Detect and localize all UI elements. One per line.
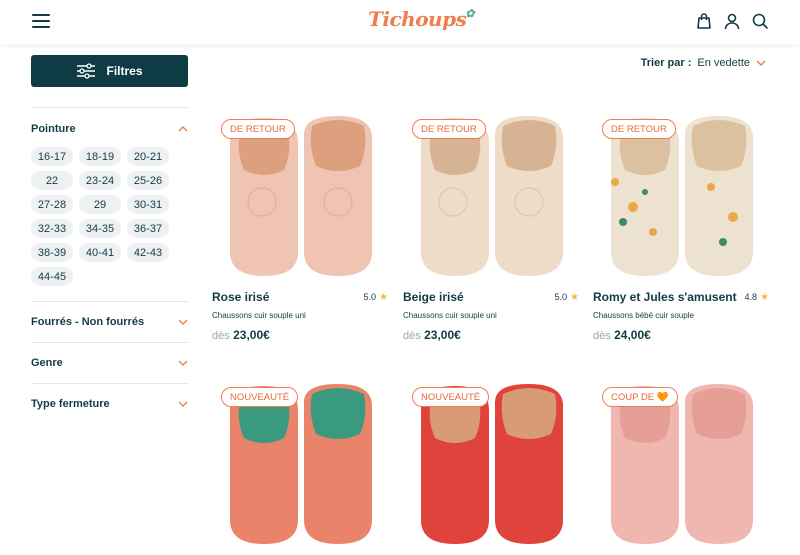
- size-option[interactable]: 40-41: [79, 243, 121, 262]
- menu-icon[interactable]: [32, 14, 50, 28]
- product-price: dès 23,00€: [403, 328, 579, 342]
- product-card[interactable]: DE RETOUR Rose irisé 5.0 ★ Chaussons cuir so…: [212, 112, 388, 342]
- chevron-down-icon: [178, 319, 188, 325]
- size-option[interactable]: 32-33: [31, 219, 73, 238]
- filters-button[interactable]: Filtres: [31, 55, 188, 87]
- product-image-wrap[interactable]: COUP DE 🧡: [593, 380, 769, 550]
- logo-text: Tichoups: [368, 7, 467, 31]
- product-badge: NOUVEAUTÉ: [221, 387, 299, 407]
- size-option[interactable]: 42-43: [127, 243, 169, 262]
- filters-label: Filtres: [106, 64, 143, 78]
- product-badge: COUP DE 🧡: [602, 387, 678, 407]
- size-option[interactable]: 25-26: [127, 171, 169, 190]
- sort-control[interactable]: Trier par : En vedette: [641, 57, 766, 69]
- product-rating: 5.0 ★: [364, 292, 388, 303]
- product-rating: 5.0 ★: [555, 292, 579, 303]
- chevron-down-icon: [178, 360, 188, 366]
- star-icon: ★: [760, 291, 769, 303]
- size-option[interactable]: 18-19: [79, 147, 121, 166]
- product-image-wrap[interactable]: NOUVEAUTÉ: [212, 380, 388, 550]
- size-option[interactable]: 22: [31, 171, 73, 190]
- price-from: dès: [593, 330, 611, 342]
- divider: [31, 383, 188, 384]
- star-icon: ★: [379, 291, 388, 303]
- price-value: 23,00€: [233, 328, 270, 342]
- filter-sidebar: Filtres Pointure 16-17 18-19 20-21 22 23-24 2…: [31, 55, 188, 410]
- product-title-row: Romy et Jules s'amusent 4.8 ★: [593, 290, 769, 304]
- product-price: dès 24,00€: [593, 328, 769, 342]
- product-price: dès 23,00€: [212, 328, 388, 342]
- product-name[interactable]: Rose irisé: [212, 290, 269, 304]
- size-list: 16-17 18-19 20-21 22 23-24 25-26 27-28 29 30-31 3…: [31, 147, 171, 286]
- product-card[interactable]: COUP DE 🧡: [593, 380, 769, 550]
- rating-value: 5.0: [554, 292, 568, 302]
- product-image-wrap[interactable]: DE RETOUR: [593, 112, 769, 282]
- product-card[interactable]: DE RETOUR Romy et Jules s'amusent 4.8 ★ Chau…: [593, 112, 769, 342]
- product-name[interactable]: Beige irisé: [403, 290, 464, 304]
- product-title-row: Rose irisé 5.0 ★: [212, 290, 388, 304]
- product-name[interactable]: Romy et Jules s'amusent: [593, 290, 737, 304]
- product-image-wrap[interactable]: DE RETOUR: [212, 112, 388, 282]
- rating-value: 5.0: [363, 292, 377, 302]
- price-from: dès: [403, 330, 421, 342]
- size-option[interactable]: 30-31: [127, 195, 169, 214]
- logo-sprout-icon: ✿: [465, 7, 475, 20]
- size-option[interactable]: 34-35: [79, 219, 121, 238]
- product-badge: DE RETOUR: [221, 119, 295, 139]
- chevron-down-icon: [178, 401, 188, 407]
- product-card[interactable]: NOUVEAUTÉ: [212, 380, 388, 550]
- product-badge: DE RETOUR: [412, 119, 486, 139]
- product-rating: 4.8 ★: [745, 292, 769, 303]
- facet-label: Pointure: [31, 123, 76, 135]
- price-value: 23,00€: [424, 328, 461, 342]
- facet-label: Fourrés - Non fourrés: [31, 316, 145, 328]
- divider: [31, 107, 188, 108]
- size-option[interactable]: 20-21: [127, 147, 169, 166]
- size-option[interactable]: 29: [79, 195, 121, 214]
- size-option[interactable]: 16-17: [31, 147, 73, 166]
- divider: [31, 301, 188, 302]
- price-from: dès: [212, 330, 230, 342]
- size-option[interactable]: 38-39: [31, 243, 73, 262]
- product-card[interactable]: DE RETOUR Beige irisé 5.0 ★ Chaussons cuir s…: [403, 112, 579, 342]
- product-description: Chaussons bébé cuir souple: [593, 311, 694, 320]
- facet-fourres[interactable]: Fourrés - Non fourrés: [31, 316, 188, 328]
- facet-pointure[interactable]: Pointure: [31, 123, 188, 135]
- product-card[interactable]: NOUVEAUTÉ: [403, 380, 579, 550]
- product-badge: NOUVEAUTÉ: [412, 387, 490, 407]
- sliders-icon: [77, 63, 96, 79]
- facet-genre[interactable]: Genre: [31, 357, 188, 369]
- product-image-wrap[interactable]: DE RETOUR: [403, 112, 579, 282]
- facet-label: Genre: [31, 357, 63, 369]
- size-option[interactable]: 44-45: [31, 267, 73, 286]
- sort-label: Trier par :: [640, 57, 692, 69]
- site-header: Tichoups✿: [0, 0, 800, 44]
- sort-value: En vedette: [697, 57, 750, 69]
- rating-value: 4.8: [744, 292, 758, 302]
- chevron-up-icon: [178, 126, 188, 132]
- size-option[interactable]: 23-24: [79, 171, 121, 190]
- size-option[interactable]: 27-28: [31, 195, 73, 214]
- price-value: 24,00€: [614, 328, 651, 342]
- product-badge: DE RETOUR: [602, 119, 676, 139]
- product-title-row: Beige irisé 5.0 ★: [403, 290, 579, 304]
- facet-type-fermeture[interactable]: Type fermeture: [31, 398, 188, 410]
- size-option[interactable]: 36-37: [127, 219, 169, 238]
- facet-label: Type fermeture: [31, 398, 110, 410]
- search-icon[interactable]: [751, 12, 769, 30]
- account-icon[interactable]: [723, 12, 741, 30]
- chevron-down-icon: [756, 60, 766, 66]
- logo[interactable]: Tichoups✿: [368, 7, 475, 31]
- product-description: Chaussons cuir souple uni: [212, 311, 306, 320]
- product-description: Chaussons cuir souple uni: [403, 311, 497, 320]
- star-icon: ★: [570, 291, 579, 303]
- cart-icon[interactable]: [695, 12, 713, 30]
- product-image-wrap[interactable]: NOUVEAUTÉ: [403, 380, 579, 550]
- divider: [31, 342, 188, 343]
